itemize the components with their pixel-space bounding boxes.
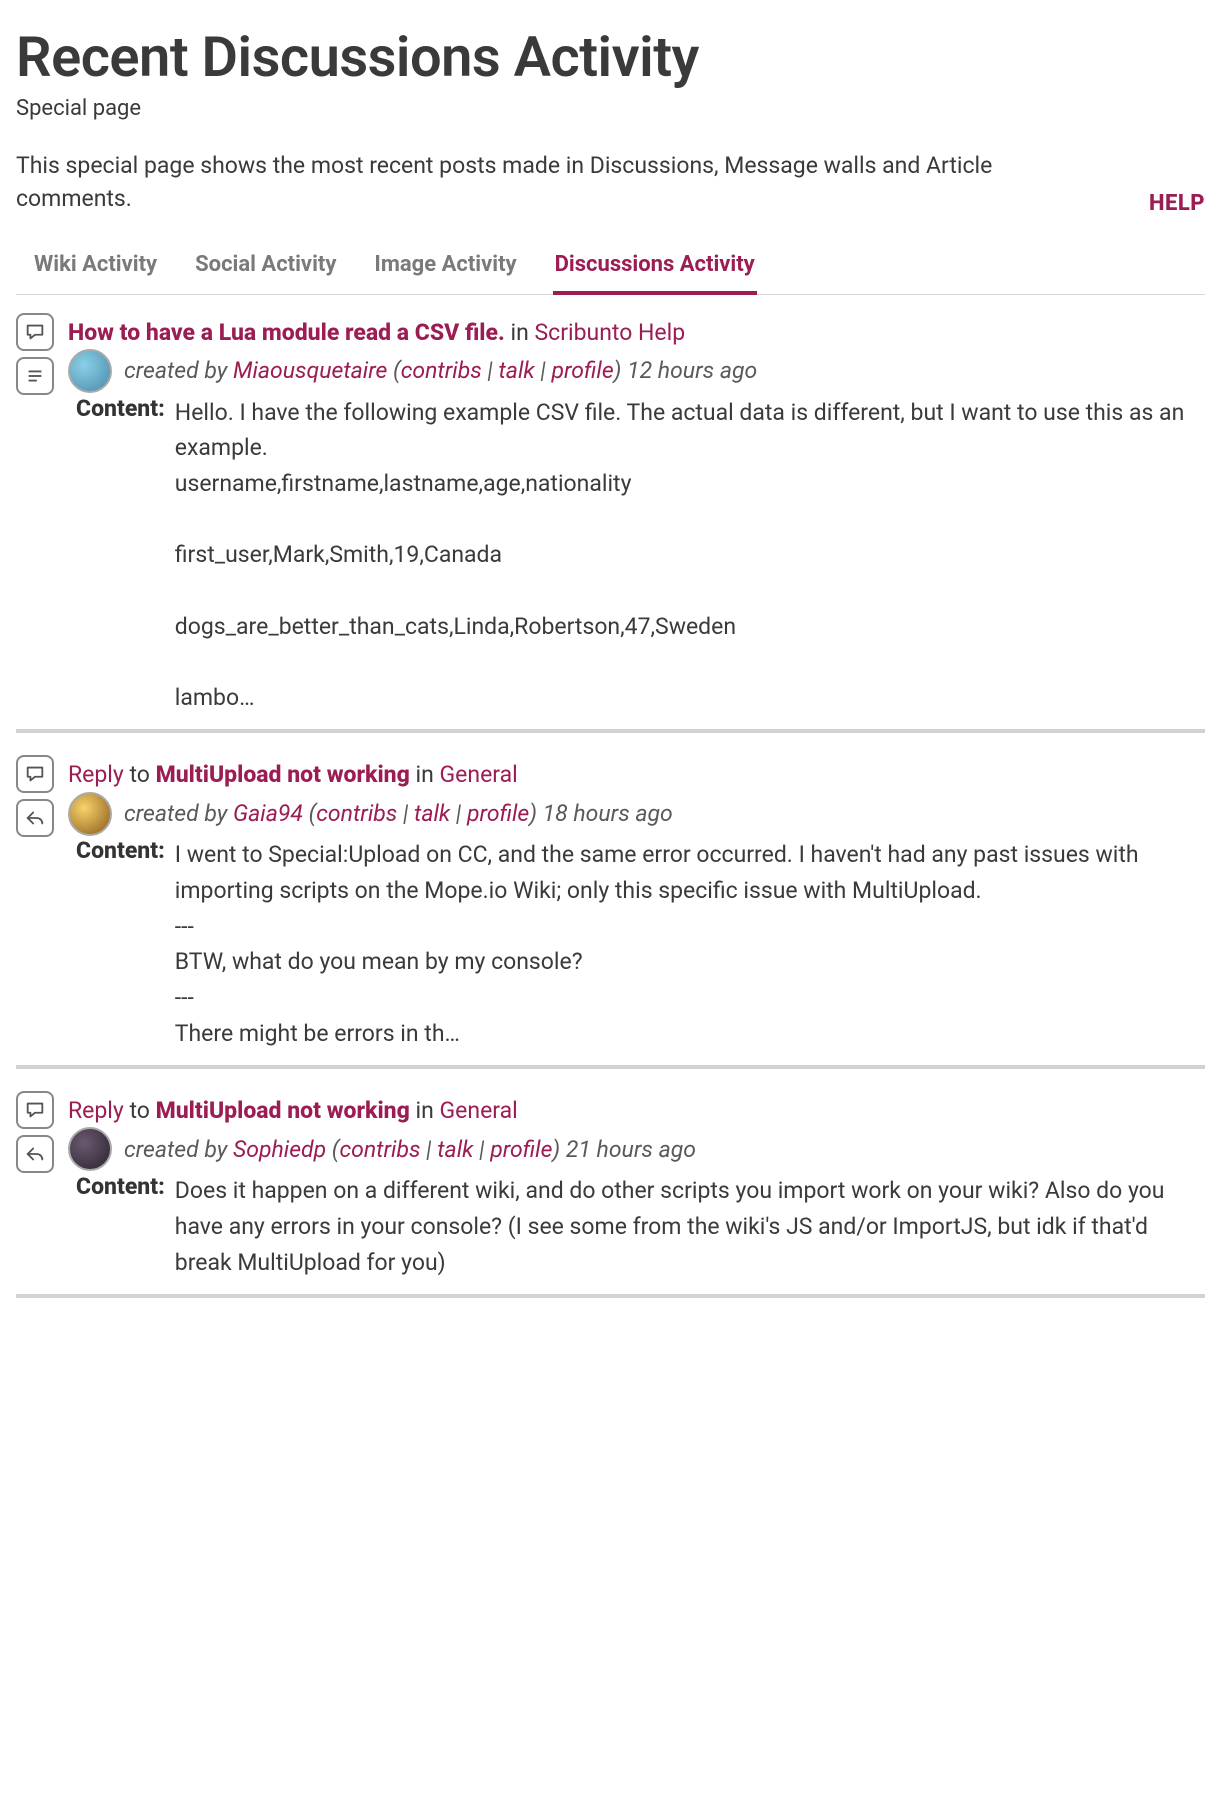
author-link[interactable]: Miaousquetaire	[233, 357, 387, 384]
byline: created by Gaia94 (contribs | talk | pro…	[124, 800, 673, 827]
comment-icon[interactable]	[16, 755, 54, 793]
intro-text: This special page shows the most recent …	[16, 149, 1076, 216]
help-link[interactable]: HELP	[1149, 191, 1205, 216]
item-title-line: How to have a Lua module read a CSV file…	[68, 313, 1205, 349]
author-link[interactable]: Gaia94	[233, 800, 303, 827]
profile-link[interactable]: profile	[490, 1136, 552, 1163]
talk-link[interactable]: talk	[437, 1136, 473, 1163]
reply-link[interactable]: Reply	[68, 761, 124, 788]
tab-discussions-activity[interactable]: Discussions Activity	[553, 242, 757, 295]
reply-icon[interactable]	[16, 799, 54, 837]
profile-link[interactable]: profile	[551, 357, 613, 384]
avatar[interactable]	[68, 1127, 112, 1171]
category-link[interactable]: Scribunto Help	[535, 319, 686, 346]
contribs-link[interactable]: contribs	[316, 800, 397, 827]
category-link[interactable]: General	[440, 761, 518, 788]
comment-icon[interactable]	[16, 313, 54, 351]
timestamp: 21 hours ago	[566, 1136, 696, 1163]
contribs-link[interactable]: contribs	[339, 1136, 420, 1163]
tab-wiki-activity[interactable]: Wiki Activity	[32, 242, 159, 295]
feed-item: Reply to MultiUpload not working in Gene…	[16, 755, 1205, 1069]
reply-target-link[interactable]: MultiUpload not working	[156, 761, 410, 788]
timestamp: 12 hours ago	[627, 357, 757, 384]
contribs-link[interactable]: contribs	[401, 357, 482, 384]
page-title: Recent Discussions Activity	[16, 24, 1205, 90]
content-label: Content:	[76, 837, 165, 864]
avatar[interactable]	[68, 349, 112, 393]
reply-link[interactable]: Reply	[68, 1097, 124, 1124]
talk-link[interactable]: talk	[414, 800, 450, 827]
item-title-line: Reply to MultiUpload not working in Gene…	[68, 1091, 1205, 1127]
author-link[interactable]: Sophiedp	[233, 1136, 326, 1163]
content-body: I went to Special:Upload on CC, and the …	[175, 837, 1205, 1051]
tabs: Wiki Activity Social Activity Image Activi…	[16, 242, 1205, 295]
content-label: Content:	[76, 1173, 165, 1200]
page-subhead: Special page	[16, 96, 1205, 121]
reply-target-link[interactable]: MultiUpload not working	[156, 1097, 410, 1124]
content-body: Does it happen on a different wiki, and …	[175, 1173, 1205, 1280]
timestamp: 18 hours ago	[543, 800, 673, 827]
talk-link[interactable]: talk	[499, 357, 535, 384]
avatar[interactable]	[68, 792, 112, 836]
content-label: Content:	[76, 395, 165, 422]
byline: created by Miaousquetaire (contribs | ta…	[124, 357, 757, 384]
post-title-link[interactable]: How to have a Lua module read a CSV file…	[68, 319, 505, 346]
comment-icon[interactable]	[16, 1091, 54, 1129]
content-body: Hello. I have the following example CSV …	[175, 395, 1205, 716]
byline: created by Sophiedp (contribs | talk | p…	[124, 1136, 696, 1163]
activity-feed: How to have a Lua module read a CSV file…	[16, 313, 1205, 1299]
item-title-line: Reply to MultiUpload not working in Gene…	[68, 755, 1205, 791]
profile-link[interactable]: profile	[467, 800, 529, 827]
feed-item: Reply to MultiUpload not working in Gene…	[16, 1091, 1205, 1298]
feed-item: How to have a Lua module read a CSV file…	[16, 313, 1205, 734]
text-icon[interactable]	[16, 357, 54, 395]
reply-icon[interactable]	[16, 1135, 54, 1173]
category-link[interactable]: General	[440, 1097, 518, 1124]
tab-image-activity[interactable]: Image Activity	[372, 242, 518, 295]
tab-social-activity[interactable]: Social Activity	[193, 242, 338, 295]
